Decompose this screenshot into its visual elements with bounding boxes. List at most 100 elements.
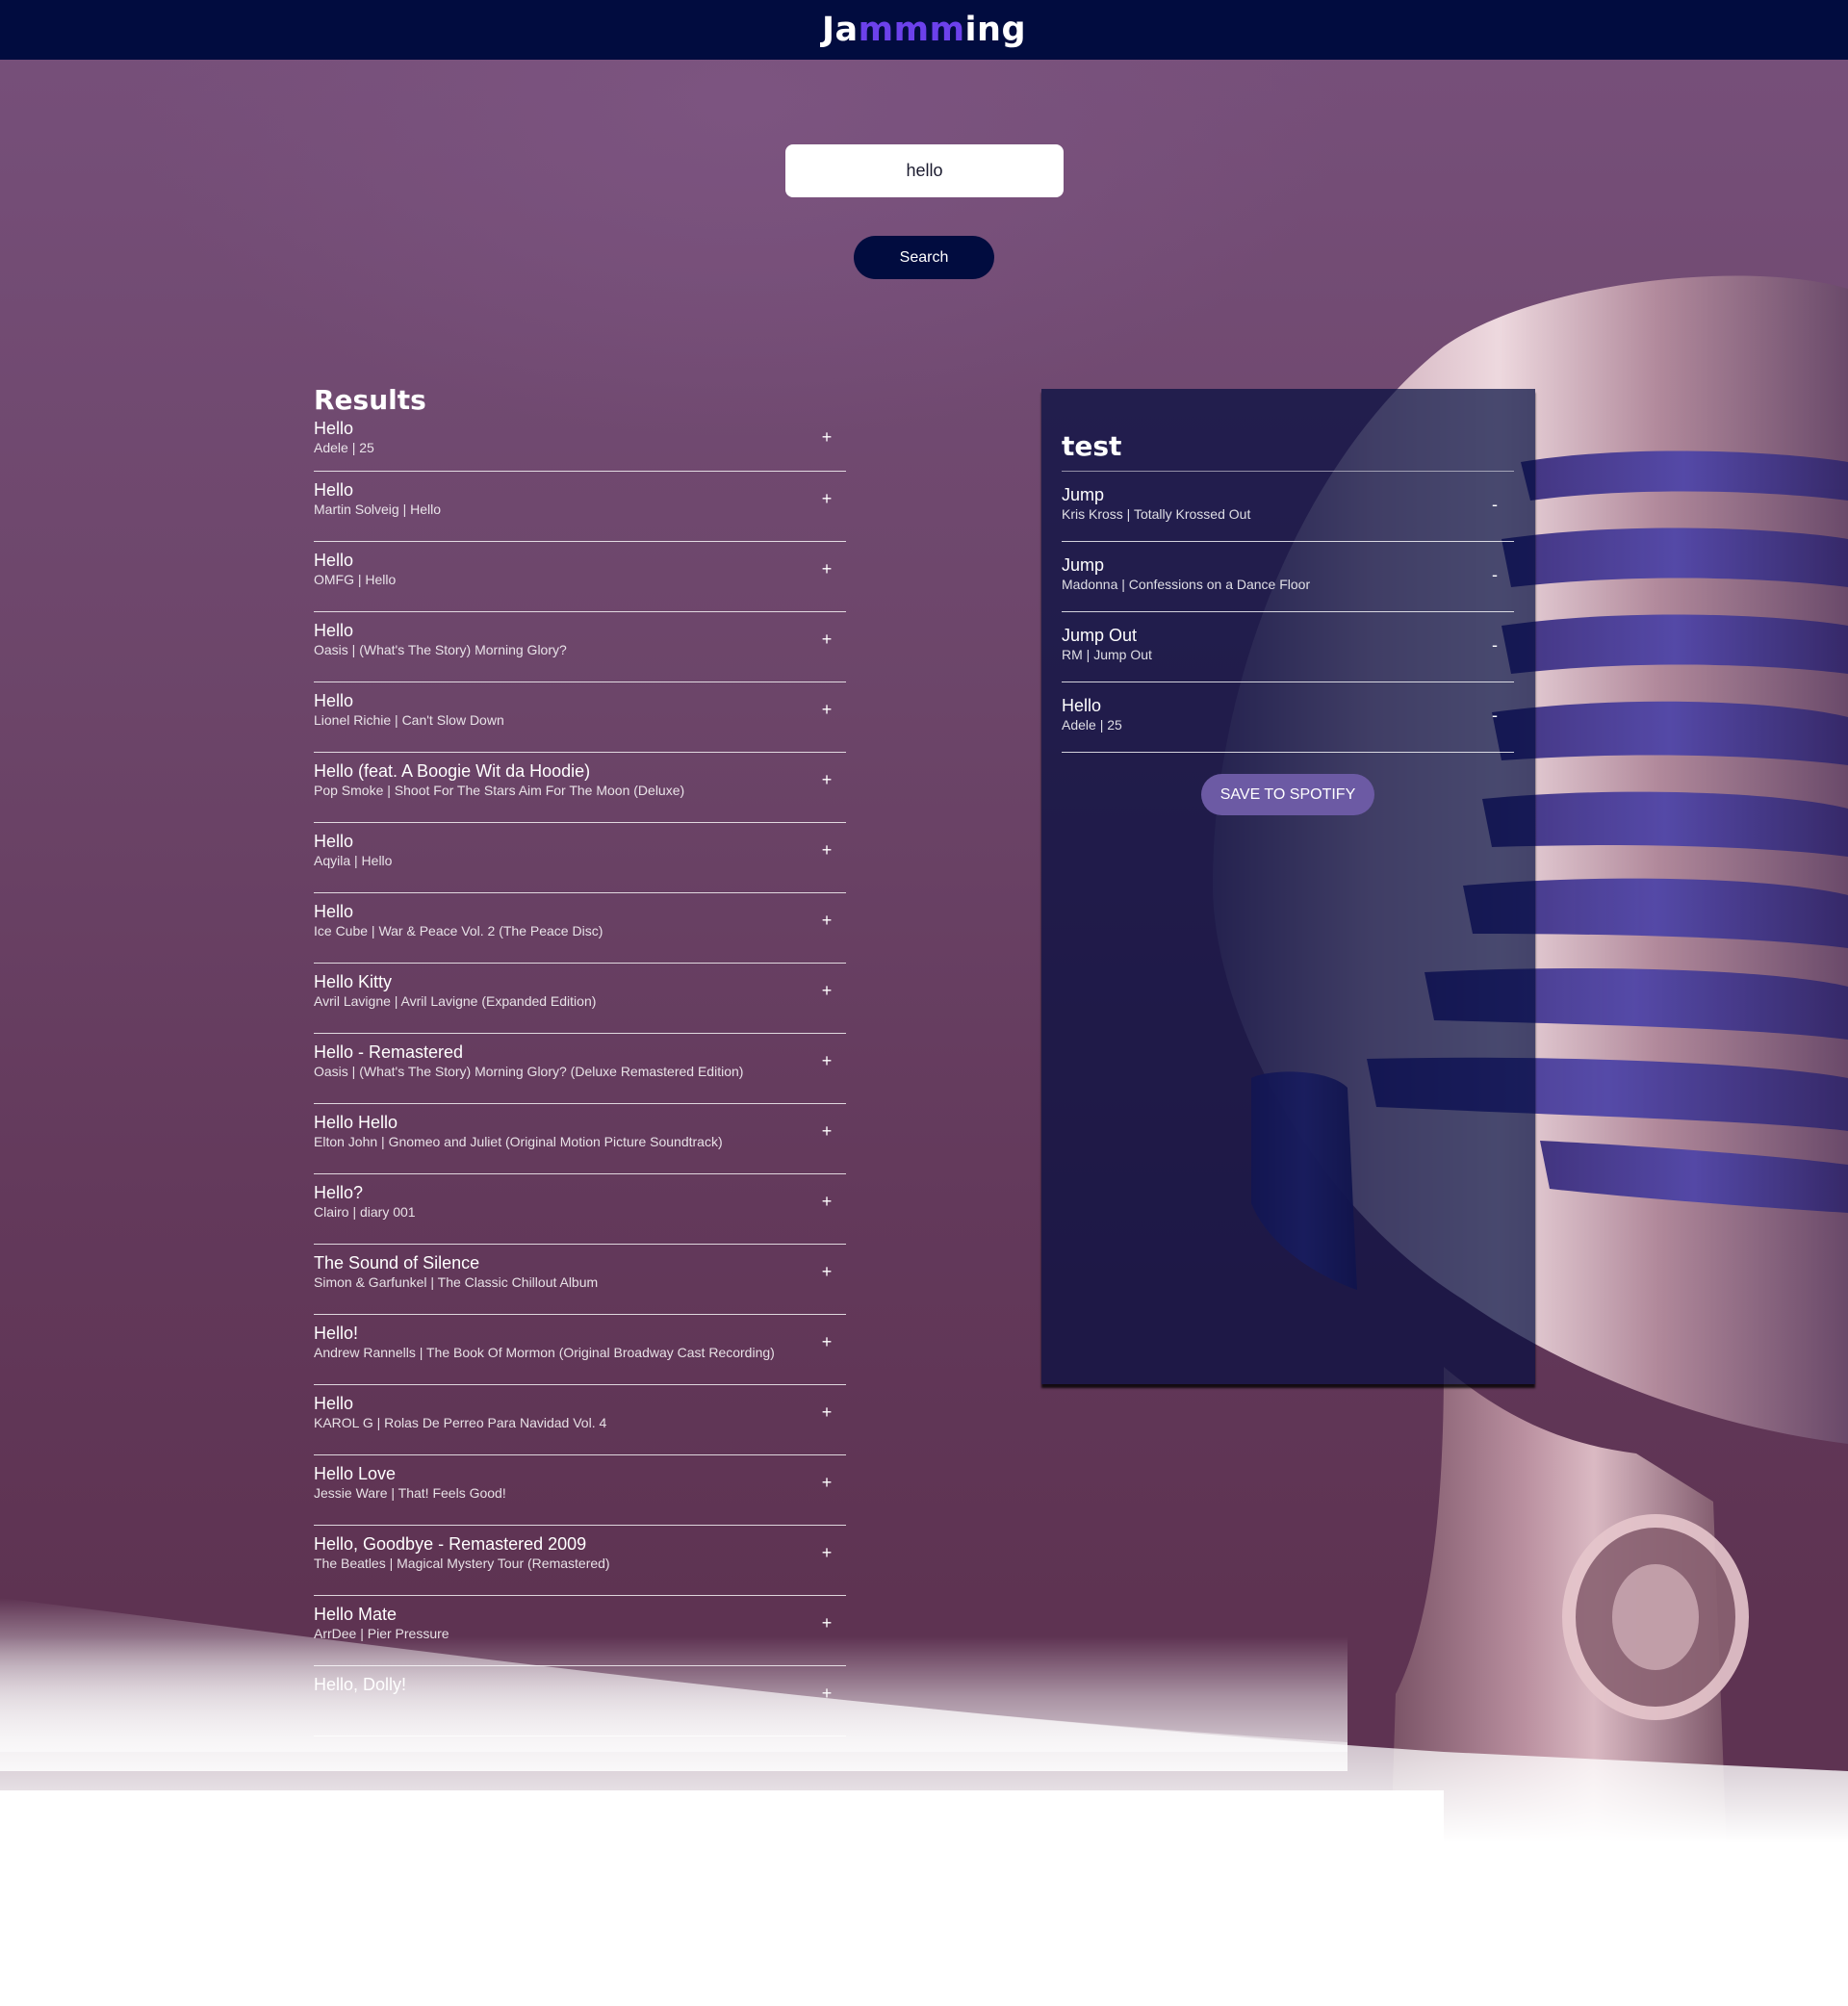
track-artist-album: Elton John | Gnomeo and Juliet (Original… (314, 1134, 723, 1149)
track-name: Hello (314, 832, 354, 851)
add-track-button[interactable]: + (815, 1049, 838, 1072)
track-row: Jump Out RM | Jump Out - (1062, 612, 1514, 682)
track-row: Jump Kris Kross | Totally Krossed Out - (1062, 472, 1514, 542)
remove-track-button[interactable]: - (1483, 493, 1506, 516)
track-name: Hello (314, 480, 354, 500)
track-artist-album: Oasis | (What's The Story) Morning Glory… (314, 642, 567, 657)
track-row: Hello? Clairo | diary 001 + (314, 1174, 846, 1245)
track-row: Hello - Remastered Oasis | (What's The St… (314, 1034, 846, 1104)
add-track-button[interactable]: + (815, 1682, 838, 1705)
remove-track-button[interactable]: - (1483, 563, 1506, 586)
add-track-button[interactable]: + (815, 487, 838, 510)
track-row: Hello, Goodbye - Remastered 2009 The Beat… (314, 1526, 846, 1596)
add-track-button[interactable]: + (815, 1190, 838, 1213)
track-row: Hello, Dolly! + (314, 1666, 846, 1736)
track-row: Hello Lionel Richie | Can't Slow Down + (314, 682, 846, 753)
track-artist-album: Jessie Ware | That! Feels Good! (314, 1485, 506, 1501)
track-name: Hello? (314, 1183, 364, 1202)
remove-track-button[interactable]: - (1483, 633, 1506, 656)
track-name: Hello (314, 551, 354, 570)
track-row: Hello (feat. A Boogie Wit da Hoodie) Pop … (314, 753, 846, 823)
add-track-button[interactable]: + (815, 1119, 838, 1143)
track-artist-album: Avril Lavigne | Avril Lavigne (Expanded … (314, 993, 597, 1009)
track-name: Hello (314, 621, 354, 640)
track-name: Hello Hello (314, 1113, 398, 1132)
track-name: Jump (1062, 485, 1105, 504)
logo-text-accent: mmm (858, 11, 965, 49)
track-name: Hello, Goodbye - Remastered 2009 (314, 1534, 587, 1554)
track-artist-album: Adele | 25 (1062, 717, 1122, 733)
track-name: Hello (314, 419, 354, 438)
track-row: Hello Hello Elton John | Gnomeo and Julie… (314, 1104, 846, 1174)
track-row: Hello OMFG | Hello + (314, 542, 846, 612)
track-name: Jump Out (1062, 626, 1138, 645)
remove-track-button[interactable]: - (1483, 704, 1506, 727)
playlist-track-list: Jump Kris Kross | Totally Krossed Out - Jum… (1062, 472, 1515, 753)
add-track-button[interactable]: + (815, 425, 838, 449)
track-name: Hello! (314, 1324, 359, 1343)
app-header: Jammming (0, 0, 1848, 60)
track-artist-album: Martin Solveig | Hello (314, 502, 442, 517)
track-name: Hello, Dolly! (314, 1675, 407, 1694)
track-artist-album: Aqyila | Hello (314, 853, 393, 868)
save-to-spotify-button[interactable]: SAVE TO SPOTIFY (1201, 774, 1374, 815)
track-artist-album: Simon & Garfunkel | The Classic Chillout… (314, 1274, 599, 1290)
track-row: Hello KAROL G | Rolas De Perreo Para Navi… (314, 1385, 846, 1455)
add-track-button[interactable]: + (815, 1260, 838, 1283)
track-artist-album: RM | Jump Out (1062, 647, 1152, 662)
track-artist-album: Adele | 25 (314, 440, 374, 455)
add-track-button[interactable]: + (815, 909, 838, 932)
add-track-button[interactable]: + (815, 698, 838, 721)
playlist-panel: test Jump Kris Kross | Totally Krossed Ou… (1041, 389, 1535, 1384)
track-name: Hello (feat. A Boogie Wit da Hoodie) (314, 761, 591, 781)
track-row: The Sound of Silence Simon & Garfunkel | … (314, 1245, 846, 1315)
track-artist-album: KAROL G | Rolas De Perreo Para Navidad V… (314, 1415, 607, 1430)
track-artist-album: ArrDee | Pier Pressure (314, 1626, 449, 1641)
results-panel: Results Hello Adele | 25 + Hello Martin Solv… (314, 383, 846, 1736)
track-row: Hello Oasis | (What's The Story) Morning … (314, 612, 846, 682)
track-name: The Sound of Silence (314, 1253, 480, 1273)
logo-text-prefix: Ja (821, 11, 859, 49)
track-name: Jump (1062, 555, 1105, 575)
search-button[interactable]: Search (854, 236, 994, 279)
track-artist-album: Clairo | diary 001 (314, 1204, 416, 1220)
track-artist-album: OMFG | Hello (314, 572, 397, 587)
add-track-button[interactable]: + (815, 1330, 838, 1353)
playlist-name-input[interactable]: test (1062, 427, 1514, 472)
track-row: Hello Adele | 25 - (1062, 682, 1514, 753)
track-row: Hello Ice Cube | War & Peace Vol. 2 (The … (314, 893, 846, 964)
track-row: Hello Martin Solveig | Hello + (314, 472, 846, 542)
track-artist-album: Oasis | (What's The Story) Morning Glory… (314, 1064, 744, 1079)
add-track-button[interactable]: + (815, 1401, 838, 1424)
track-row: Jump Madonna | Confessions on a Dance Flo… (1062, 542, 1514, 612)
logo-text-suffix: ing (964, 11, 1027, 49)
track-name: Hello (314, 691, 354, 710)
track-artist-album: Kris Kross | Totally Krossed Out (1062, 506, 1251, 522)
track-row: Hello! Andrew Rannells | The Book Of Morm… (314, 1315, 846, 1385)
track-name: Hello Kitty (314, 972, 393, 991)
app-logo: Jammming (822, 11, 1026, 49)
track-artist-album: Lionel Richie | Can't Slow Down (314, 712, 504, 728)
track-artist-album: Ice Cube | War & Peace Vol. 2 (The Peace… (314, 923, 603, 939)
add-track-button[interactable]: + (815, 628, 838, 651)
add-track-button[interactable]: + (815, 557, 838, 580)
add-track-button[interactable]: + (815, 768, 838, 791)
track-artist-album: The Beatles | Magical Mystery Tour (Rema… (314, 1556, 610, 1571)
background-microphone-image (0, 0, 1848, 2006)
track-name: Hello Love (314, 1464, 397, 1483)
search-input[interactable] (785, 144, 1064, 197)
add-track-button[interactable]: + (815, 1471, 838, 1494)
track-row: Hello Mate ArrDee | Pier Pressure + (314, 1596, 846, 1666)
add-track-button[interactable]: + (815, 1611, 838, 1634)
add-track-button[interactable]: + (815, 1541, 838, 1564)
track-name: Hello - Remastered (314, 1042, 464, 1062)
track-name: Hello Mate (314, 1605, 398, 1624)
track-name: Hello (314, 902, 354, 921)
track-artist-album: Andrew Rannells | The Book Of Mormon (Or… (314, 1345, 775, 1360)
track-row: Hello Love Jessie Ware | That! Feels Good… (314, 1455, 846, 1526)
add-track-button[interactable]: + (815, 979, 838, 1002)
track-name: Hello (314, 1394, 354, 1413)
results-title: Results (314, 384, 426, 416)
add-track-button[interactable]: + (815, 838, 838, 862)
results-list: Hello Adele | 25 + Hello Martin Solveig | He… (314, 418, 846, 1736)
